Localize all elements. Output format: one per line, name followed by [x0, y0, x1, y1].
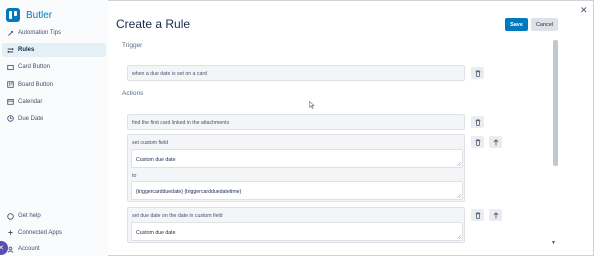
action-item: set due date on the date in custom field…	[127, 207, 465, 243]
delete-action-button[interactable]	[471, 116, 484, 128]
sidebar-item-due-date[interactable]: Due Date	[2, 112, 106, 126]
account-icon	[7, 246, 14, 253]
trigger-box[interactable]: when a due date is set on a card	[127, 65, 465, 81]
sidebar-nav: Automation Tips Rules Card Button Board …	[2, 26, 106, 129]
trigger-heading: Trigger	[122, 42, 143, 49]
brand[interactable]: Butler	[6, 8, 52, 22]
sidebar-item-board-button[interactable]: Board Button	[2, 78, 106, 92]
sidebar-item-label: Due Date	[18, 115, 44, 122]
action-item[interactable]: find the first card linked in the attach…	[127, 114, 465, 130]
arrow-up-icon	[493, 138, 498, 145]
scrollbar[interactable]	[553, 40, 558, 166]
cancel-button[interactable]: Cancel	[531, 18, 558, 31]
sidebar-item-label: Board Button	[18, 81, 54, 88]
move-up-button[interactable]	[489, 209, 502, 221]
resize-handle-icon[interactable]	[457, 194, 461, 198]
save-button[interactable]: Save	[505, 18, 528, 31]
action-text: set custom field	[132, 140, 169, 146]
sidebar-item-rules[interactable]: Rules	[2, 43, 106, 58]
resize-handle-icon[interactable]	[457, 162, 461, 166]
sidebar-item-card-button[interactable]: Card Button	[2, 60, 106, 74]
trigger-text: when a due date is set on a card	[132, 71, 207, 77]
sidebar-item-label: Get help	[18, 213, 41, 219]
apps-icon	[7, 229, 14, 236]
action-text: find the first card linked in the attach…	[132, 120, 230, 126]
sidebar-item-connected-apps[interactable]: Connected Apps	[2, 226, 106, 240]
page-title: Create a Rule	[116, 17, 191, 31]
resize-handle-icon[interactable]	[457, 235, 461, 239]
card-icon	[7, 64, 14, 71]
delete-action-button[interactable]	[471, 136, 484, 148]
delete-trigger-button[interactable]	[471, 67, 484, 79]
trash-icon	[475, 138, 480, 146]
close-icon[interactable]: ✕	[580, 5, 588, 16]
sidebar-item-account[interactable]: Account	[2, 242, 106, 256]
rules-icon	[7, 47, 14, 54]
sidebar-item-label: Rules	[18, 47, 35, 54]
app-name: Butler	[26, 9, 53, 21]
board-icon	[7, 81, 14, 88]
connector-text: to	[132, 173, 137, 179]
sidebar-item-automation-tips[interactable]: Automation Tips	[2, 26, 106, 40]
scroll-down-icon[interactable]: ▼	[551, 240, 556, 246]
sidebar-item-label: Calendar	[18, 98, 43, 105]
sidebar-bottom-nav: Get help Connected Apps Account	[2, 209, 106, 259]
move-up-button[interactable]	[489, 136, 502, 148]
sidebar: Butler Automation Tips Rules Card Button…	[0, 0, 108, 256]
help-icon	[7, 212, 14, 220]
clock-icon	[7, 115, 14, 123]
actions-heading: Actions	[122, 90, 144, 97]
sidebar-item-label: Connected Apps	[18, 229, 63, 236]
sidebar-item-calendar[interactable]: Calendar	[2, 95, 106, 109]
custom-field-input[interactable]: Custom due date	[131, 222, 463, 241]
action-text: set due date on the date in custom field	[132, 213, 223, 219]
sidebar-item-label: Automation Tips	[18, 30, 62, 36]
action-item: set custom field Custom due date to {tri…	[127, 134, 465, 202]
delete-action-button[interactable]	[471, 209, 484, 221]
sidebar-item-label: Account	[18, 246, 40, 252]
mouse-cursor-icon	[309, 101, 315, 109]
arrow-up-icon	[493, 211, 498, 218]
lightbulb-icon	[7, 30, 14, 37]
calendar-icon	[7, 98, 14, 105]
sidebar-item-label: Card Button	[18, 64, 51, 71]
butler-logo-icon	[6, 8, 20, 22]
trash-icon	[475, 118, 480, 126]
trash-icon	[475, 69, 480, 77]
value-input[interactable]: {triggercardduedate} {triggercardduedate…	[131, 181, 463, 200]
custom-field-input[interactable]: Custom due date	[131, 149, 463, 168]
sidebar-item-get-help[interactable]: Get help	[2, 209, 106, 223]
trash-icon	[475, 211, 480, 219]
